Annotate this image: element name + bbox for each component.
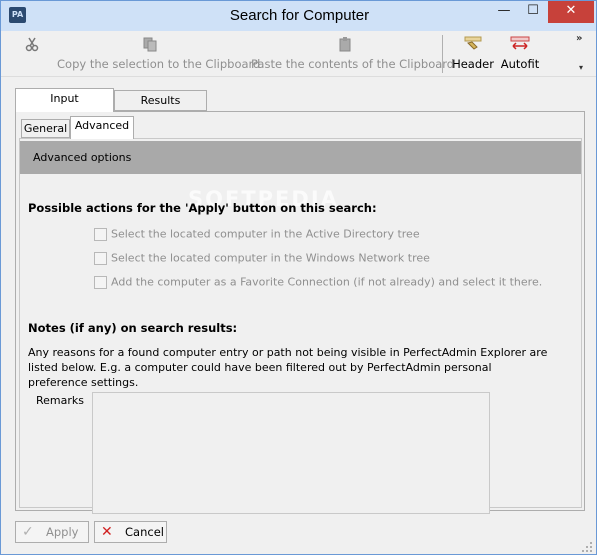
paste-label: Paste the contents of the Clipboard bbox=[251, 57, 455, 71]
apply-label: Apply bbox=[46, 525, 79, 539]
close-icon: ✕ bbox=[101, 524, 113, 540]
minimize-button[interactable]: — bbox=[489, 1, 519, 23]
tab-advanced[interactable]: Advanced bbox=[70, 116, 134, 139]
check-icon: ✓ bbox=[22, 524, 34, 540]
tab-results[interactable]: Results bbox=[114, 90, 207, 111]
paste-icon bbox=[339, 37, 351, 52]
autofit-label: Autofit bbox=[500, 57, 540, 71]
copy-label: Copy the selection to the Clipboard bbox=[57, 57, 261, 71]
tab-input[interactable]: Input bbox=[15, 88, 114, 112]
checkbox[interactable] bbox=[94, 227, 107, 241]
remarks-textbox[interactable] bbox=[92, 392, 490, 514]
toolbar: Copy the selection to the Clipboard Past… bbox=[1, 31, 596, 77]
notes-heading: Notes (if any) on search results: bbox=[28, 321, 238, 335]
copy-button[interactable]: Copy the selection to the Clipboard bbox=[57, 36, 261, 76]
tab-general[interactable]: General bbox=[21, 119, 70, 138]
checkbox[interactable] bbox=[94, 275, 107, 289]
paste-button[interactable]: Paste the contents of the Clipboard bbox=[251, 36, 455, 76]
checkbox[interactable] bbox=[94, 251, 107, 265]
search-for-computer-window: PA Search for Computer — ☐ ✕ Copy the se… bbox=[0, 0, 597, 555]
input-tab-panel: General Advanced Advanced options SOFTPE… bbox=[15, 111, 585, 514]
chevron-down-icon[interactable]: ▾ bbox=[579, 63, 583, 72]
header-label: Header bbox=[452, 57, 494, 71]
resize-grip-icon[interactable] bbox=[581, 541, 593, 553]
remarks-label: Remarks bbox=[36, 394, 84, 407]
advanced-options-header: Advanced options bbox=[20, 141, 581, 174]
cut-button[interactable] bbox=[21, 36, 43, 76]
option-select-in-network-tree[interactable]: Select the located computer in the Windo… bbox=[94, 251, 430, 266]
close-button[interactable]: ✕ bbox=[548, 1, 594, 23]
cancel-label: Cancel bbox=[125, 525, 164, 539]
option-add-favorite-connection[interactable]: Add the computer as a Favorite Connectio… bbox=[94, 275, 542, 290]
notes-text: Any reasons for a found computer entry o… bbox=[28, 346, 548, 389]
option-label: Select the located computer in the Windo… bbox=[111, 251, 430, 265]
option-select-in-ad-tree[interactable]: Select the located computer in the Activ… bbox=[94, 227, 420, 242]
maximize-button[interactable]: ☐ bbox=[519, 1, 547, 23]
title-bar[interactable]: PA Search for Computer — ☐ ✕ bbox=[1, 1, 596, 31]
autofit-icon bbox=[510, 36, 530, 50]
apply-actions-heading: Possible actions for the 'Apply' button … bbox=[28, 201, 377, 215]
toolbar-separator bbox=[442, 35, 443, 73]
advanced-tab-panel: Advanced options SOFTPEDIA Possible acti… bbox=[19, 138, 582, 514]
option-label: Select the located computer in the Activ… bbox=[111, 227, 420, 241]
apply-button[interactable]: ✓ Apply bbox=[15, 521, 89, 543]
advanced-options-title: Advanced options bbox=[33, 151, 132, 164]
option-label: Add the computer as a Favorite Connectio… bbox=[111, 275, 543, 289]
autofit-button[interactable]: Autofit bbox=[499, 36, 541, 76]
toolbar-overflow-button[interactable]: » bbox=[576, 33, 582, 44]
scissors-icon bbox=[25, 37, 39, 52]
cancel-button[interactable]: ✕ Cancel bbox=[94, 521, 167, 543]
header-icon bbox=[464, 36, 482, 50]
header-button[interactable]: Header bbox=[451, 36, 495, 76]
copy-icon bbox=[143, 37, 157, 52]
